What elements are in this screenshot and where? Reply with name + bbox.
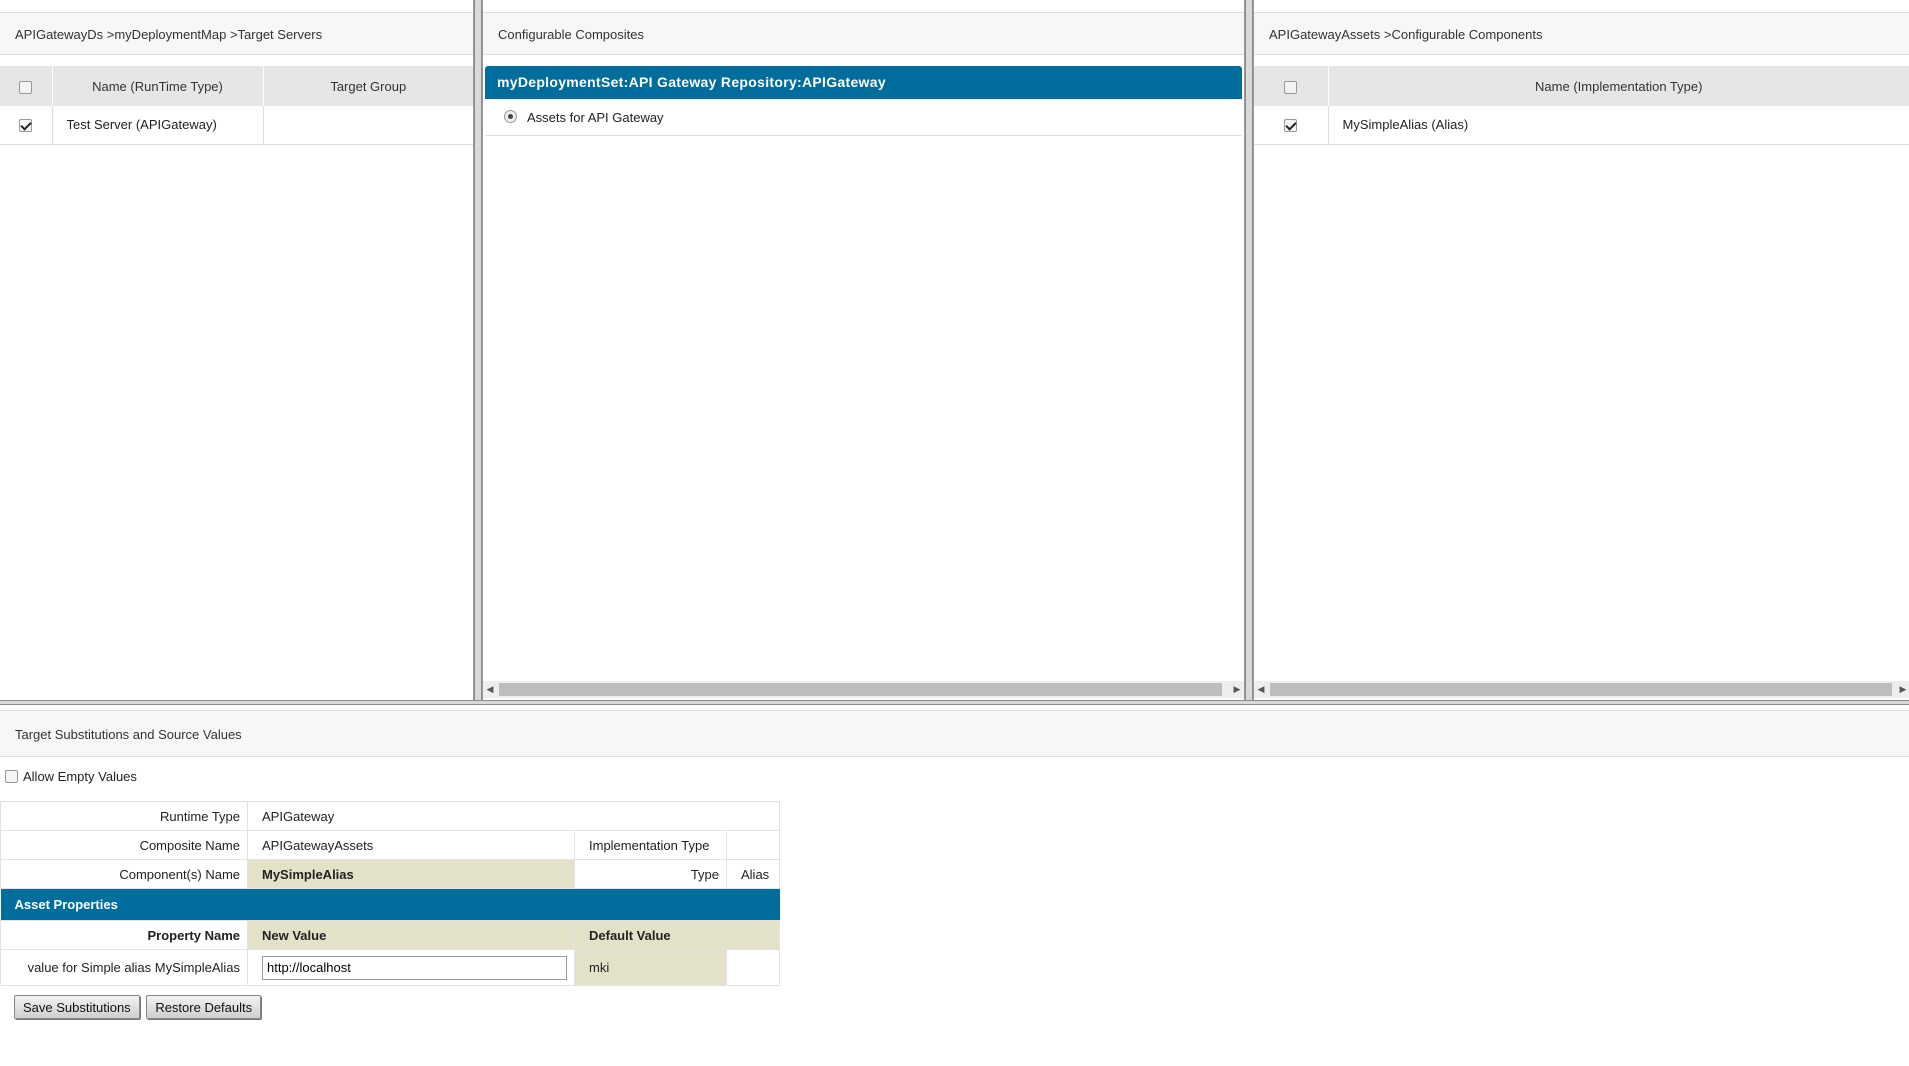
table-header-row: Name (RunTime Type) Target Group	[0, 66, 473, 106]
select-all-checkbox[interactable]	[19, 80, 33, 94]
vertical-splitter-left[interactable]	[474, 0, 482, 700]
column-header-name[interactable]: Name (RunTime Type)	[52, 66, 264, 106]
component-name-cell[interactable]: MySimpleAlias (Alias)	[1328, 106, 1909, 145]
default-value-header: Default Value	[574, 920, 780, 950]
select-all-checkbox[interactable]	[1284, 80, 1298, 94]
horizontal-scrollbar[interactable]: ◀ ▶	[483, 681, 1244, 698]
components-name-value: MySimpleAlias	[247, 859, 575, 889]
empty-cell	[726, 949, 780, 986]
composites-title: Configurable Composites	[483, 12, 1244, 55]
asset-properties-header-row: Asset Properties	[0, 888, 780, 921]
allow-empty-checkbox[interactable]	[5, 770, 18, 783]
substitutions-table: Runtime Type APIGateway Composite Name A…	[0, 801, 780, 986]
scrollbar-thumb[interactable]	[499, 683, 1222, 696]
new-value-input[interactable]	[262, 955, 567, 980]
target-servers-table: Name (RunTime Type) Target Group Test Se…	[0, 66, 473, 145]
save-substitutions-button[interactable]: Save Substitutions	[14, 995, 140, 1019]
scrollbar-thumb[interactable]	[1270, 683, 1892, 696]
implementation-type-value	[726, 830, 780, 860]
implementation-type-label: Implementation Type	[574, 830, 727, 860]
components-name-label: Component(s) Name	[0, 859, 248, 889]
row-checkbox[interactable]	[1284, 119, 1298, 133]
new-value-header: New Value	[247, 920, 575, 950]
column-header-name-impl[interactable]: Name (Implementation Type)	[1328, 66, 1909, 106]
property-name-cell: value for Simple alias MySimpleAlias	[0, 949, 248, 986]
property-name-header: Property Name	[0, 920, 248, 950]
type-label: Type	[574, 859, 727, 889]
composite-item[interactable]: Assets for API Gateway	[485, 99, 1242, 136]
select-all-header[interactable]	[1254, 66, 1329, 106]
table-header-row: Name (Implementation Type)	[1254, 66, 1909, 106]
server-name-cell[interactable]: Test Server (APIGateway)	[52, 106, 264, 145]
row-checkbox[interactable]	[19, 119, 33, 133]
components-breadcrumb: APIGatewayAssets >Configurable Component…	[1254, 12, 1909, 55]
composite-name-label: Composite Name	[0, 830, 248, 860]
action-buttons: Save Substitutions Restore Defaults	[14, 995, 264, 1019]
target-servers-panel: APIGatewayDs >myDeploymentMap >Target Se…	[0, 0, 474, 700]
substitutions-title: Target Substitutions and Source Values	[0, 710, 1909, 757]
composite-radio[interactable]	[504, 110, 517, 123]
composite-item-label: Assets for API Gateway	[527, 110, 664, 125]
target-servers-breadcrumb: APIGatewayDs >myDeploymentMap >Target Se…	[0, 12, 473, 55]
table-row[interactable]: MySimpleAlias (Alias)	[1254, 106, 1909, 145]
allow-empty-label: Allow Empty Values	[23, 769, 137, 784]
target-group-cell[interactable]	[263, 106, 473, 145]
select-all-header[interactable]	[0, 66, 53, 106]
components-table: Name (Implementation Type) MySimpleAlias…	[1254, 66, 1909, 145]
composite-name-value: APIGatewayAssets	[247, 830, 575, 860]
scroll-right-icon[interactable]: ▶	[1896, 681, 1909, 698]
components-name-row: Component(s) Name MySimpleAlias Type Ali…	[0, 859, 780, 889]
scroll-left-icon[interactable]: ◀	[483, 681, 497, 698]
asset-properties-title: Asset Properties	[0, 888, 780, 921]
substitutions-panel: Target Substitutions and Source Values A…	[0, 705, 1909, 1066]
properties-column-header-row: Property Name New Value Default Value	[0, 920, 780, 950]
runtime-type-value: APIGateway	[247, 801, 780, 831]
new-value-cell	[247, 949, 575, 986]
type-value: Alias	[726, 859, 780, 889]
row-select-cell[interactable]	[0, 106, 53, 145]
column-header-target-group[interactable]: Target Group	[263, 66, 473, 106]
table-row[interactable]: Test Server (APIGateway)	[0, 106, 473, 145]
default-value-cell: mki	[574, 949, 727, 986]
vertical-splitter-right[interactable]	[1245, 0, 1253, 700]
property-row: value for Simple alias MySimpleAlias mki	[0, 949, 780, 986]
composite-group-header: myDeploymentSet:API Gateway Repository:A…	[485, 66, 1242, 99]
configurable-composites-panel: Configurable Composites myDeploymentSet:…	[482, 0, 1245, 700]
runtime-type-row: Runtime Type APIGateway	[0, 801, 780, 831]
composite-name-row: Composite Name APIGatewayAssets Implemen…	[0, 830, 780, 860]
scroll-right-icon[interactable]: ▶	[1230, 681, 1244, 698]
horizontal-scrollbar[interactable]: ◀ ▶	[1254, 681, 1909, 698]
scroll-left-icon[interactable]: ◀	[1254, 681, 1268, 698]
restore-defaults-button[interactable]: Restore Defaults	[146, 995, 262, 1019]
runtime-type-label: Runtime Type	[0, 801, 248, 831]
allow-empty-values[interactable]: Allow Empty Values	[5, 769, 137, 784]
row-select-cell[interactable]	[1254, 106, 1329, 145]
configurable-components-panel: APIGatewayAssets >Configurable Component…	[1253, 0, 1909, 700]
